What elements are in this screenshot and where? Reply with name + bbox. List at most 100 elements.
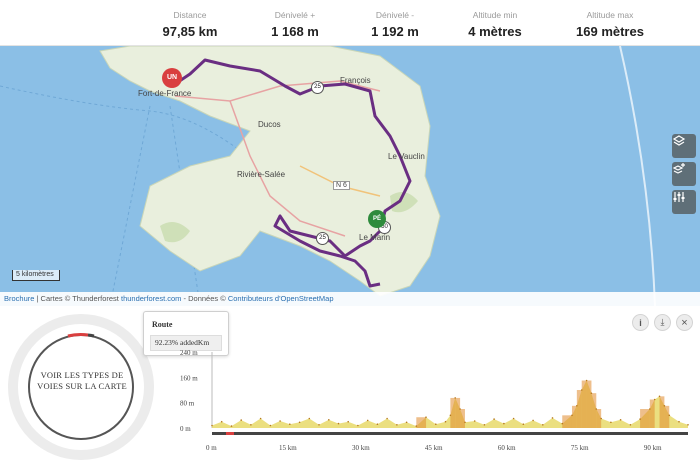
elevation-point xyxy=(250,424,252,426)
elevation-point xyxy=(561,422,564,425)
route-end-marker[interactable]: PÉ xyxy=(368,210,386,228)
donut-label: VOIR LES TYPES DE VOIES SUR LA CARTE xyxy=(37,370,127,391)
elevation-point xyxy=(610,421,612,424)
road-shield-n6: N 6 xyxy=(333,181,350,190)
thunderforest-link[interactable]: thunderforest.com xyxy=(121,294,181,303)
elevation-point xyxy=(619,419,622,421)
y-tick-label: 240 m xyxy=(180,349,198,357)
elevation-point xyxy=(668,414,671,417)
info-icon: i xyxy=(639,317,642,328)
stat-value: 1 168 m xyxy=(271,24,319,39)
elevation-point xyxy=(259,417,262,420)
x-tick-label: 15 km xyxy=(279,444,297,452)
info-button[interactable]: i xyxy=(632,314,649,331)
elevation-point xyxy=(580,389,583,391)
route-start-marker[interactable]: UN xyxy=(162,68,182,88)
map-add-layer-button[interactable] xyxy=(672,162,696,186)
download-icon: ⤓ xyxy=(660,317,665,327)
place-label-francois: François xyxy=(340,76,371,85)
elevation-point xyxy=(678,420,680,423)
sliders-icon xyxy=(673,192,685,202)
place-label-le-marin: Le Marin xyxy=(359,233,391,242)
elevation-point xyxy=(522,423,525,425)
stat-altitude-min: Altitude min 4 mètres xyxy=(445,0,545,46)
stat-label: Altitude max xyxy=(586,10,634,20)
elevation-point xyxy=(576,405,578,407)
elevation-point xyxy=(551,417,554,419)
elevation-chart[interactable]: 240 m 160 m 80 m 0 m 0 m 15 km 30 km 45 km 60 km… xyxy=(178,346,693,464)
route-progress-marker xyxy=(226,432,234,435)
elevation-point xyxy=(357,424,359,427)
elevation-point xyxy=(230,425,233,427)
elevation-point xyxy=(396,424,398,426)
elevation-point xyxy=(503,422,505,425)
elevation-point xyxy=(220,420,223,423)
map-settings-button[interactable] xyxy=(672,190,696,214)
elevation-point xyxy=(435,423,437,425)
stat-elevation-loss: Dénivelé - 1 192 m xyxy=(345,0,445,46)
elevation-point xyxy=(337,422,340,425)
elevation-point xyxy=(328,419,330,421)
steep-segment xyxy=(455,397,461,428)
elevation-point xyxy=(211,424,213,427)
attribution-text: | Cartes © Thunderforest xyxy=(34,294,121,303)
osm-link[interactable]: Contributeurs d'OpenStreetMap xyxy=(228,294,334,303)
place-label-fort-de-france: Fort-de-France xyxy=(138,89,192,98)
download-button[interactable]: ⤓ xyxy=(654,314,671,331)
elevation-point xyxy=(269,424,272,427)
steep-segment xyxy=(416,417,427,428)
elevation-point xyxy=(600,417,602,420)
elevation-point xyxy=(653,398,656,401)
stat-distance: Distance 97,85 km xyxy=(140,0,240,46)
elevation-point xyxy=(464,421,466,424)
steep-segment xyxy=(659,396,665,428)
elevation-point xyxy=(595,408,598,410)
map-layers-button[interactable] xyxy=(672,134,696,158)
steep-segment xyxy=(571,405,577,428)
close-button[interactable]: × xyxy=(676,314,693,331)
stat-elevation-gain: Dénivelé + 1 168 m xyxy=(245,0,345,46)
elevation-point xyxy=(318,424,320,426)
close-icon: × xyxy=(681,316,688,329)
elevation-point xyxy=(483,424,486,426)
elevation-point xyxy=(240,419,242,421)
elevation-point xyxy=(308,417,311,420)
elevation-point xyxy=(298,421,301,424)
elevation-point xyxy=(405,421,408,424)
map-scale-bar: 5 kilomètres xyxy=(12,270,60,281)
elevation-area xyxy=(212,380,688,428)
km-marker: 25 xyxy=(316,232,329,245)
elevation-point xyxy=(663,405,666,407)
road-type-donut[interactable]: VOIR LES TYPES DE VOIES SUR LA CARTE xyxy=(6,312,156,462)
stat-label: Dénivelé - xyxy=(375,10,415,20)
route-map[interactable]: Fort-de-France François Ducos Le Vauclin… xyxy=(0,46,700,306)
steep-segment xyxy=(591,393,597,428)
elevation-point xyxy=(512,417,515,420)
elevation-point xyxy=(585,379,588,382)
route-stats-bar: Distance 97,85 km Dénivelé + 1 168 m Dén… xyxy=(0,0,700,46)
route-progress-bar xyxy=(212,432,688,435)
elevation-point xyxy=(449,414,452,417)
elevation-point xyxy=(289,423,291,425)
add-layer-icon xyxy=(672,163,685,174)
x-tick-label: 75 km xyxy=(571,444,589,452)
elevation-point xyxy=(425,416,427,418)
brochure-link[interactable]: Brochure xyxy=(4,294,34,303)
stat-value: 97,85 km xyxy=(162,24,218,39)
map-attribution: Brochure | Cartes © Thunderforest thunde… xyxy=(0,292,700,306)
elevation-panel: VOIR LES TYPES DE VOIES SUR LA CARTE Rou… xyxy=(0,306,700,467)
stat-label: Distance xyxy=(173,10,207,20)
elevation-point xyxy=(473,420,476,422)
steep-segment xyxy=(664,405,670,428)
x-tick-label: 60 km xyxy=(498,444,516,452)
elevation-point xyxy=(454,397,457,399)
steep-segment xyxy=(562,415,572,428)
steep-segment xyxy=(450,397,456,428)
elevation-point xyxy=(415,425,418,427)
steep-segment xyxy=(576,390,582,428)
place-label-riviere-salee: Rivière-Salée xyxy=(237,170,286,179)
elevation-point xyxy=(687,424,689,426)
place-label-vauclin: Le Vauclin xyxy=(388,152,425,161)
elevation-point xyxy=(459,408,461,410)
elevation-point xyxy=(649,408,651,410)
